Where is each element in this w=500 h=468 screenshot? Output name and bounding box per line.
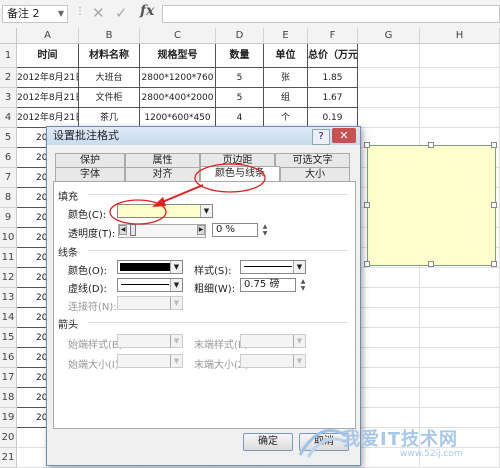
watermark-url: www.52ij.com	[400, 449, 463, 459]
watermark: 我爱IT技术网 www.52ij.com	[290, 395, 500, 464]
watermark-text: 我爱IT技术网	[342, 429, 458, 450]
annotation-ellipse-tab	[194, 163, 266, 193]
annotation-arrow-line	[159, 184, 204, 204]
